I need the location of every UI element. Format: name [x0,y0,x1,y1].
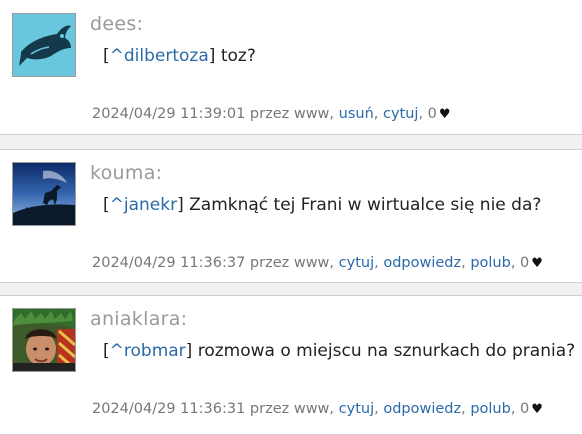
like-count: 0 [520,401,530,417]
avatar[interactable] [12,13,76,77]
avatar[interactable] [12,308,76,372]
comment-text: [^dilbertoza] toz? [103,46,256,66]
like-link[interactable]: polub [470,401,511,417]
like-link[interactable]: polub [470,255,511,271]
timestamp: 2024/04/29 11:36:37 przez www, [92,255,335,271]
reply-link[interactable]: odpowiedz [383,255,461,271]
comment-text: [^janekr] Zamknąć tej Frani w wirtualce … [103,195,542,215]
heart-icon: ♥ [531,402,543,417]
comment-meta: 2024/04/29 11:39:01 przez www, usuń, cyt… [92,106,451,122]
comment-body: rozmowa o miejscu na sznurkach do prania… [192,341,576,361]
comment-text: [^robmar] rozmowa o miejscu na sznurkach… [103,341,576,361]
reply-link[interactable]: odpowiedz [383,401,461,417]
timestamp: 2024/04/29 11:36:31 przez www, [92,401,335,417]
comment-meta: 2024/04/29 11:36:37 przez www, cytuj, od… [92,255,543,271]
username[interactable]: aniaklara: [90,308,187,330]
delete-link[interactable]: usuń [339,106,374,122]
like-count: 0 [427,106,437,122]
comment-entry: aniaklara: [^robmar] rozmowa o miejscu n… [0,295,582,435]
avatar[interactable] [12,162,76,226]
timestamp: 2024/04/29 11:39:01 przez www, [92,106,335,122]
comment-body: toz? [215,46,256,66]
like-count: 0 [520,255,530,271]
comment-meta: 2024/04/29 11:36:31 przez www, cytuj, od… [92,401,543,417]
heart-icon: ♥ [438,107,451,122]
horse-silhouette-avatar [13,163,75,225]
quote-link[interactable]: cytuj [383,106,418,122]
comment-entry: kouma: [^janekr] Zamknąć tej Frani w wir… [0,149,582,283]
mention-link[interactable]: ^janekr [110,195,177,215]
mention-link[interactable]: ^robmar [110,341,186,361]
comment-entry: dees: [^dilbertoza] toz? 2024/04/29 11:3… [0,0,582,135]
username[interactable]: dees: [90,13,143,35]
quote-link[interactable]: cytuj [339,401,374,417]
fish-icon [13,14,75,76]
comment-body: Zamknąć tej Frani w wirtualce się nie da… [183,195,542,215]
mention-link[interactable]: ^dilbertoza [110,46,209,66]
username[interactable]: kouma: [90,162,162,184]
heart-icon: ♥ [531,256,543,271]
quote-link[interactable]: cytuj [339,255,374,271]
person-photo-avatar [13,309,75,371]
